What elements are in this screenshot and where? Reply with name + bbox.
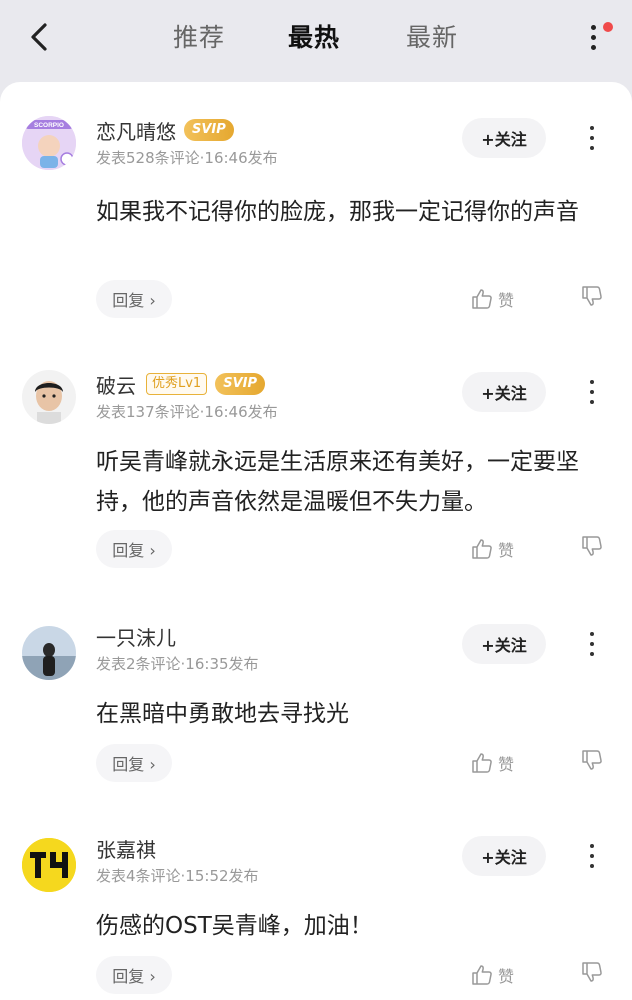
comment-more-button[interactable] [580,840,604,872]
avatar-photo-icon [22,370,76,424]
comment-item: 一只沫儿 发表2条评论·16:35发布 +关注 在黑暗中勇敢地去寻找光 回复 ›… [0,622,632,802]
comment-meta: 发表528条评论·16:46发布 [96,149,278,167]
like-label: 赞 [498,541,515,560]
username[interactable]: 恋凡晴悠 [96,116,176,145]
username[interactable]: 破云 [96,370,136,399]
sort-tabs: 推荐 最热 最新 [0,0,632,76]
follow-button[interactable]: +关注 [462,624,546,664]
thumbs-down-icon [582,962,602,982]
more-dot-icon [591,35,596,40]
comment-item: SCORPIO 恋凡晴悠 SVIP 发表528条评论·16:46发布 +关注 如… [0,116,632,336]
comment-text: 在黑暗中勇敢地去寻找光 [96,701,349,727]
thumbs-up-icon [472,539,492,559]
thumbs-down-icon [582,536,602,556]
dislike-button[interactable] [580,748,610,778]
like-button[interactable]: 赞 [470,284,528,314]
tab-recommended[interactable]: 推荐 [173,18,225,54]
comment-text: 听吴青峰就永远是生活原来还有美好，一定要坚持，他的声音依然是温暖但不失力量。 [96,449,579,515]
avatar-logo-icon [22,838,76,892]
more-options-button[interactable] [580,20,613,56]
level-badge: 优秀Lv1 [146,373,208,395]
follow-button[interactable]: +关注 [462,372,546,412]
thumbs-up-icon [472,753,492,773]
svip-badge: SVIP [184,119,234,141]
svip-badge: SVIP [215,373,266,395]
name-row: 张嘉祺 [96,834,156,862]
more-dot-icon [591,25,596,30]
svg-text:SCORPIO: SCORPIO [34,122,64,129]
more-dot-icon [591,45,596,50]
comment-text: 如果我不记得你的脸庞，那我一定记得你的声音 [96,199,579,225]
avatar[interactable]: SCORPIO [22,116,76,170]
comment-item: 破云 优秀Lv1 SVIP 发表137条评论·16:46发布 +关注 听吴青峰就… [0,370,632,590]
reply-button[interactable]: 回复 › [96,530,172,568]
username[interactable]: 张嘉祺 [96,834,156,863]
thumbs-up-icon [472,289,492,309]
name-row: 恋凡晴悠 SVIP [96,116,234,144]
reply-button[interactable]: 回复 › [96,744,172,782]
thumbs-down-icon [582,750,602,770]
avatar[interactable] [22,838,76,892]
name-row: 破云 优秀Lv1 SVIP [96,370,266,399]
comment-more-button[interactable] [580,628,604,660]
avatar-scorpio-icon: SCORPIO [22,116,76,170]
like-button[interactable]: 赞 [470,748,528,778]
username[interactable]: 一只沫儿 [96,622,176,651]
comment-meta: 发表4条评论·15:52发布 [96,867,259,885]
name-row: 一只沫儿 [96,622,176,650]
avatar-photo-icon [22,626,76,680]
follow-button[interactable]: +关注 [462,836,546,876]
comment-more-button[interactable] [580,122,604,154]
like-label: 赞 [498,755,515,774]
comment-list: SCORPIO 恋凡晴悠 SVIP 发表528条评论·16:46发布 +关注 如… [0,82,632,1000]
comment-meta: 发表2条评论·16:35发布 [96,655,259,673]
comment-item: 张嘉祺 发表4条评论·15:52发布 +关注 伤感的OST吴青峰，加油！ 回复 … [0,834,632,1000]
reply-button[interactable]: 回复 › [96,956,172,994]
comment-text: 伤感的OST吴青峰，加油！ [96,913,373,939]
comment-meta: 发表137条评论·16:46发布 [96,403,278,421]
like-label: 赞 [498,291,515,310]
top-bar: 推荐 最热 最新 [0,0,632,82]
dislike-button[interactable] [580,960,610,990]
like-button[interactable]: 赞 [470,960,528,990]
avatar[interactable] [22,626,76,680]
tab-hottest[interactable]: 最热 [288,18,340,54]
dislike-button[interactable] [580,284,610,314]
like-label: 赞 [498,967,515,986]
avatar[interactable] [22,370,76,424]
tab-newest[interactable]: 最新 [406,18,458,54]
like-button[interactable]: 赞 [470,534,528,564]
thumbs-down-icon [582,286,602,306]
dislike-button[interactable] [580,534,610,564]
follow-button[interactable]: +关注 [462,118,546,158]
thumbs-up-icon [472,965,492,985]
reply-button[interactable]: 回复 › [96,280,172,318]
notification-dot [603,22,613,32]
comment-more-button[interactable] [580,376,604,408]
